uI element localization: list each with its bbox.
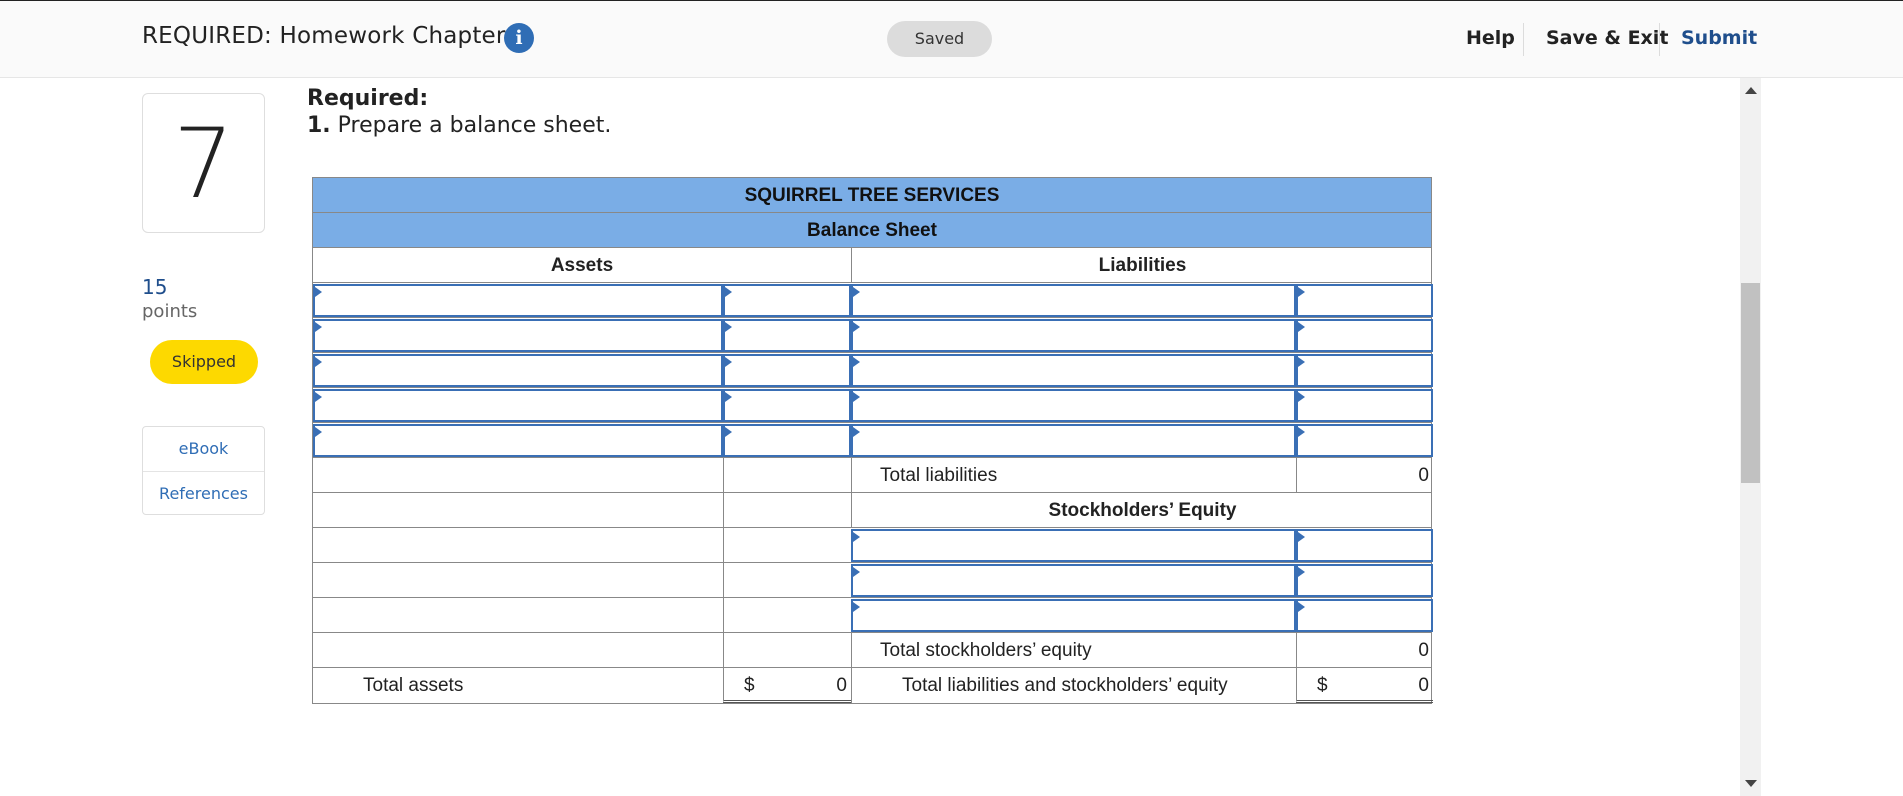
skipped-status-badge: Skipped bbox=[150, 340, 258, 384]
liabilities-header: Liabilities bbox=[851, 248, 1433, 283]
resources-panel: eBook References bbox=[142, 426, 265, 515]
asset-name-input[interactable] bbox=[313, 424, 723, 457]
total-liabilities-label: Total liabilities bbox=[851, 458, 1296, 493]
points-label: points bbox=[142, 301, 198, 322]
liability-amount-input[interactable] bbox=[1296, 284, 1433, 317]
empty-cell bbox=[313, 598, 723, 633]
assignment-title: REQUIRED: Homework Chapter 2 bbox=[142, 23, 528, 49]
liability-name-input[interactable] bbox=[851, 284, 1296, 317]
asset-amount-input[interactable] bbox=[723, 354, 851, 387]
currency-symbol: $ bbox=[744, 675, 755, 696]
submit-link[interactable]: Submit bbox=[1681, 27, 1757, 49]
empty-cell bbox=[723, 493, 851, 528]
empty-cell bbox=[313, 458, 723, 493]
table-row bbox=[313, 598, 1433, 633]
references-link[interactable]: References bbox=[143, 471, 264, 515]
table-row bbox=[313, 283, 1433, 318]
stockholders-equity-header: Stockholders’ Equity bbox=[851, 493, 1433, 528]
asset-amount-input[interactable] bbox=[723, 389, 851, 422]
asset-name-input[interactable] bbox=[313, 354, 723, 387]
equity-amount-input[interactable] bbox=[1296, 529, 1433, 562]
table-row bbox=[313, 423, 1433, 458]
equity-name-input[interactable] bbox=[851, 564, 1296, 597]
table-row bbox=[313, 563, 1433, 598]
empty-cell bbox=[723, 563, 851, 598]
assets-header: Assets bbox=[550, 255, 614, 276]
total-assets-value: 0 bbox=[836, 675, 847, 696]
total-equity-value: 0 bbox=[1296, 633, 1433, 668]
company-name: SQUIRREL TREE SERVICES bbox=[313, 178, 1431, 213]
header-divider bbox=[1659, 23, 1660, 56]
instruction-line: 1. Prepare a balance sheet. bbox=[307, 113, 611, 138]
liability-amount-input[interactable] bbox=[1296, 354, 1433, 387]
empty-cell bbox=[313, 633, 723, 668]
points-value: 15 bbox=[142, 275, 168, 299]
info-icon[interactable]: i bbox=[504, 23, 534, 53]
total-assets-amount: $ 0 bbox=[723, 668, 851, 703]
total-liabilities-value: 0 bbox=[1296, 458, 1433, 493]
total-equity-label: Total stockholders’ equity bbox=[851, 633, 1296, 668]
equity-name-input[interactable] bbox=[851, 599, 1296, 632]
asset-name-input[interactable] bbox=[313, 284, 723, 317]
vertical-scrollbar[interactable] bbox=[1740, 78, 1761, 796]
total-equity-row: Total stockholders’ equity 0 bbox=[313, 633, 1431, 668]
total-assets-label: Total assets bbox=[363, 675, 464, 696]
total-liab-equity-amount: $ 0 bbox=[1296, 668, 1433, 703]
empty-cell bbox=[723, 633, 851, 668]
table-row bbox=[313, 388, 1433, 423]
table-row bbox=[313, 318, 1433, 353]
liability-amount-input[interactable] bbox=[1296, 389, 1433, 422]
total-liab-equity-value: 0 bbox=[1418, 675, 1429, 696]
liability-name-input[interactable] bbox=[851, 319, 1296, 352]
total-liab-equity-label: Total liabilities and stockholders’ equi… bbox=[851, 668, 1296, 703]
equity-amount-input[interactable] bbox=[1296, 599, 1433, 632]
save-exit-link[interactable]: Save & Exit bbox=[1546, 27, 1668, 49]
instruction-text: Prepare a balance sheet. bbox=[337, 113, 612, 138]
empty-cell bbox=[313, 528, 723, 563]
ebook-link[interactable]: eBook bbox=[143, 427, 264, 471]
help-link[interactable]: Help bbox=[1466, 27, 1515, 49]
required-heading: Required: bbox=[307, 86, 429, 111]
top-header: REQUIRED: Homework Chapter 2 i Saved Hel… bbox=[0, 0, 1903, 78]
empty-cell bbox=[313, 493, 723, 528]
empty-cell bbox=[723, 458, 851, 493]
statement-title: Balance Sheet bbox=[313, 213, 1431, 248]
asset-name-input[interactable] bbox=[313, 389, 723, 422]
question-number: 7 bbox=[142, 93, 265, 233]
equity-name-input[interactable] bbox=[851, 529, 1296, 562]
header-divider bbox=[1523, 23, 1524, 56]
saved-status-badge: Saved bbox=[887, 21, 992, 57]
asset-amount-input[interactable] bbox=[723, 284, 851, 317]
balance-sheet-table: SQUIRREL TREE SERVICES Balance Sheet Ass… bbox=[312, 177, 1433, 704]
liability-amount-input[interactable] bbox=[1296, 319, 1433, 352]
scrollbar-thumb[interactable] bbox=[1741, 283, 1760, 483]
table-row bbox=[313, 353, 1433, 388]
empty-cell bbox=[313, 563, 723, 598]
currency-symbol: $ bbox=[1317, 675, 1328, 696]
empty-cell bbox=[723, 598, 851, 633]
table-row bbox=[313, 528, 1433, 563]
liability-name-input[interactable] bbox=[851, 424, 1296, 457]
scroll-up-arrow-icon[interactable] bbox=[1745, 87, 1757, 94]
liability-name-input[interactable] bbox=[851, 389, 1296, 422]
liability-name-input[interactable] bbox=[851, 354, 1296, 387]
liability-amount-input[interactable] bbox=[1296, 424, 1433, 457]
part-number: 1. bbox=[307, 113, 331, 138]
asset-amount-input[interactable] bbox=[723, 319, 851, 352]
totals-row: Total assets $ 0 Total liabilities and s… bbox=[313, 668, 1433, 703]
empty-cell bbox=[723, 528, 851, 563]
equity-amount-input[interactable] bbox=[1296, 564, 1433, 597]
asset-amount-input[interactable] bbox=[723, 424, 851, 457]
asset-name-input[interactable] bbox=[313, 319, 723, 352]
scroll-down-arrow-icon[interactable] bbox=[1745, 780, 1757, 787]
total-liabilities-row: Total liabilities 0 bbox=[313, 458, 1431, 493]
equity-header-row: Stockholders’ Equity bbox=[313, 493, 1431, 528]
column-header-row: Assets Liabilities bbox=[313, 248, 1431, 283]
